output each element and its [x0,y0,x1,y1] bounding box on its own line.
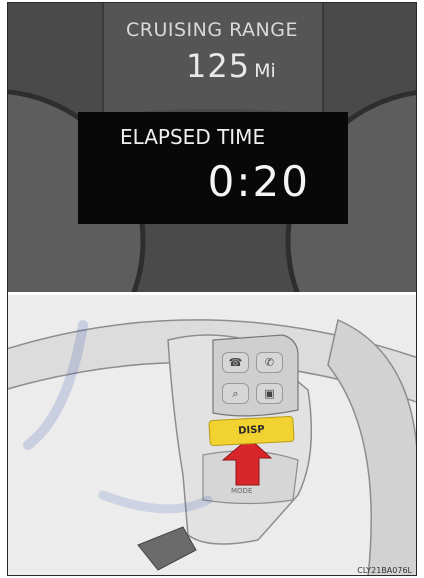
phone-book-icon[interactable]: ▣ [256,383,283,404]
illustration-frame: CRUISING RANGE 125Mi ELAPSED TIME 0:20 [7,2,417,576]
cruising-range-unit: Mi [254,60,276,82]
phone-hangup-icon[interactable]: ⌕ [222,383,249,404]
talk-icon[interactable]: ✆ [256,352,283,373]
cruising-range-readout: 125 Mi [186,47,276,85]
cruising-range-label: CRUISING RANGE [126,19,298,41]
phone-pickup-icon[interactable]: ☎ [222,352,249,373]
elapsed-time-label: ELAPSED TIME [120,125,266,149]
disp-button-label: DISP [237,424,266,437]
multi-information-display: CRUISING RANGE 125 Mi ELAPSED TIME 0:20 [8,3,416,293]
mode-label: MODE [231,487,253,495]
elapsed-time-value: 0:20 [207,157,310,206]
cruising-range-value: 125 [186,47,251,85]
figure-code: CLY21BA076L [357,566,412,575]
steering-wheel-illustration: ☎ ✆ ⌕ ▣ DISP MODE CLY21BA076L [8,295,416,575]
elapsed-time-panel: ELAPSED TIME 0:20 [78,112,348,224]
disp-button[interactable]: DISP [208,415,295,447]
